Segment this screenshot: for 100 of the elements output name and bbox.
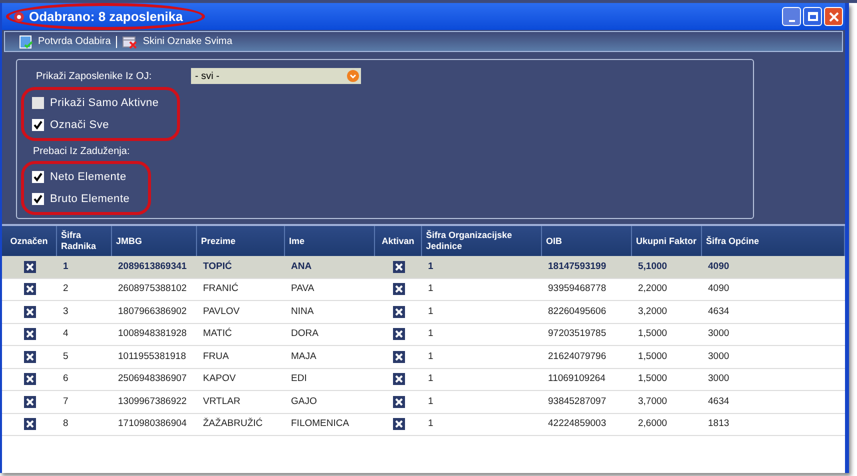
- maximize-button[interactable]: [803, 7, 822, 26]
- close-button[interactable]: [824, 7, 843, 26]
- table-cell: FRUA: [203, 350, 229, 364]
- table-cell: 18147593199: [548, 260, 606, 274]
- table-cell: 7: [63, 394, 68, 409]
- table-cell: 1: [428, 282, 434, 296]
- x-checkbox-icon[interactable]: [392, 418, 404, 430]
- table-cell: 1: [428, 327, 434, 342]
- table-cell: GAJO: [291, 394, 317, 409]
- table-cell: 11069109264: [548, 372, 606, 386]
- table-cell: 1008948381928: [118, 327, 187, 342]
- section-label: Prebaci Iz Zaduženja:: [32, 144, 131, 158]
- table-cell: 1011955381918: [118, 350, 186, 364]
- x-checkbox-icon[interactable]: [24, 373, 36, 386]
- table-cell: 97203519785: [548, 327, 606, 342]
- x-checkbox-icon[interactable]: [392, 396, 404, 408]
- table-cell: 4090: [708, 260, 730, 274]
- table-cell: 2506948386907: [118, 372, 187, 386]
- table-cell: 3,7000: [638, 394, 668, 409]
- table-cell: VRTLAR: [203, 394, 240, 409]
- table-cell: 5: [63, 350, 68, 364]
- checkbox-label: Bruto Elemente: [50, 192, 130, 207]
- checkbox[interactable]: [32, 119, 44, 131]
- table-cell: 1: [428, 417, 434, 432]
- table-row[interactable]: 8 1710980386904 ŽAŽABRUŽIĆ FILOMENICA 1 42224859003 2,6000 1813: [2, 414, 845, 436]
- checkbox[interactable]: [32, 171, 44, 183]
- table-cell: 1: [428, 372, 434, 386]
- x-checkbox-icon[interactable]: [392, 350, 404, 363]
- table-cell: 1: [428, 350, 434, 364]
- table-cell: 4: [63, 327, 68, 342]
- table-cell: 1710980386904: [118, 417, 187, 432]
- toolbar-button[interactable]: Skini Oznake Svima: [122, 34, 232, 49]
- dropdown-field[interactable]: - svi -: [191, 68, 361, 84]
- table-cell: NINA: [291, 304, 314, 319]
- table-row[interactable]: 4 1008948381928 MATIĆ DORA 1 97203519785 1,5000 3000: [2, 324, 845, 346]
- checkbox[interactable]: [32, 193, 44, 205]
- table-cell: 2,2000: [638, 282, 668, 296]
- x-checkbox-icon[interactable]: [392, 260, 404, 273]
- table-cell: 2: [63, 282, 68, 296]
- table-cell: FILOMENICA: [291, 417, 350, 432]
- table-cell: 1,5000: [638, 372, 668, 386]
- checkbox-label: Označi Sve: [50, 118, 109, 133]
- table-cell: PAVA: [291, 282, 314, 296]
- close-icon: [828, 12, 838, 22]
- x-checkbox-icon[interactable]: [24, 283, 36, 296]
- x-checkbox-icon[interactable]: [392, 283, 404, 296]
- table-row[interactable]: 2 2608975388102 FRANIĆ PAVA 1 93959468778 2,2000 4090: [2, 278, 845, 301]
- x-checkbox-icon[interactable]: [392, 328, 404, 340]
- table-cell: MAJA: [291, 350, 316, 364]
- table-cell: 1: [428, 394, 434, 409]
- x-checkbox-icon[interactable]: [392, 306, 404, 318]
- table-cell: 42224859003: [548, 417, 606, 432]
- table-cell: 1813: [708, 417, 730, 432]
- checkbox-label: Prikaži Samo Aktivne: [50, 96, 159, 111]
- table-cell: 1: [63, 260, 68, 274]
- table-cell: 82260495606: [548, 304, 606, 319]
- minimize-button[interactable]: [782, 7, 801, 26]
- table-cell: MATIĆ: [203, 327, 232, 342]
- x-checkbox-icon[interactable]: [24, 418, 36, 430]
- table-cell: FRANIĆ: [203, 282, 238, 296]
- table-cell: ŽAŽABRUŽIĆ: [203, 417, 263, 432]
- x-checkbox-icon[interactable]: [24, 306, 36, 318]
- table-cell: TOPIĆ: [203, 260, 232, 274]
- table-cell: 1,5000: [638, 350, 668, 364]
- table-cell: ANA: [291, 260, 312, 274]
- table-cell: PAVLOV: [203, 304, 240, 319]
- table-cell: 93845287097: [548, 394, 606, 409]
- x-checkbox-icon[interactable]: [24, 396, 36, 408]
- window-title: Odabrano: 8 zaposlenika: [29, 8, 184, 26]
- table-cell: 1,5000: [638, 327, 668, 342]
- x-checkbox-icon[interactable]: [24, 328, 36, 340]
- table-cell: 6: [63, 372, 68, 386]
- table-cell: DORA: [291, 327, 318, 342]
- table-cell: 3: [63, 304, 68, 319]
- toolbar-button[interactable]: Potvrda Odabira: [19, 34, 111, 49]
- table-cell: 4634: [708, 304, 730, 319]
- table-cell: 5,1000: [638, 260, 668, 274]
- table-cell: 3,2000: [638, 304, 668, 319]
- table-cell: 2089613869341: [118, 260, 187, 274]
- filter-label: Prikaži Zaposlenike Iz OJ:: [36, 70, 153, 84]
- table-cell: EDI: [291, 372, 307, 386]
- table-cell: 1: [428, 304, 434, 319]
- table-cell: KAPOV: [203, 372, 236, 386]
- checkbox[interactable]: [32, 97, 44, 109]
- x-checkbox-icon[interactable]: [24, 350, 36, 363]
- x-checkbox-icon[interactable]: [24, 260, 36, 273]
- table-cell: 93959468778: [548, 282, 606, 296]
- table-cell: 1: [428, 260, 434, 274]
- table-cell: 1807966386902: [118, 304, 187, 319]
- table-cell: 4634: [708, 394, 730, 409]
- table-cell: 3000: [708, 372, 730, 386]
- app-icon: [14, 12, 24, 22]
- table-cell: 3000: [708, 327, 730, 342]
- x-checkbox-icon[interactable]: [392, 373, 404, 386]
- table-cell: 2,6000: [638, 417, 668, 432]
- table-row[interactable]: 1 2089613869341 TOPIĆ ANA 1 18147593199 5,1000 4090: [2, 256, 845, 278]
- table-cell: 2608975388102: [118, 282, 187, 296]
- document-check-icon: [19, 34, 33, 48]
- table-cell: 3000: [708, 350, 730, 364]
- table-row[interactable]: 6 2506948386907 KAPOV EDI 1 11069109264 1,5000 3000: [2, 368, 845, 391]
